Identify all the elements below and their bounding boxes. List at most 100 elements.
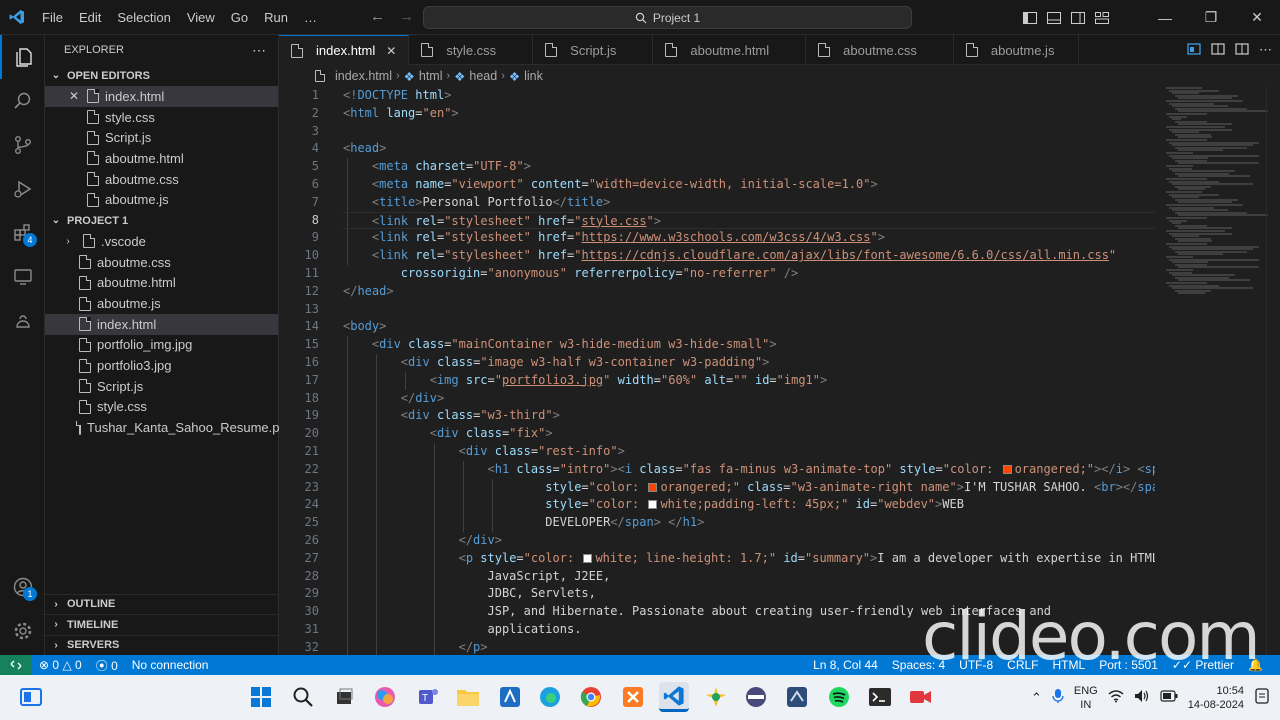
vscode-taskbar-icon[interactable] bbox=[659, 682, 689, 712]
azure-data-studio-icon[interactable] bbox=[495, 682, 525, 712]
chrome-icon[interactable] bbox=[576, 682, 606, 712]
file-item[interactable]: Tushar_Kanta_Sahoo_Resume.pdf bbox=[45, 417, 290, 438]
file-item[interactable]: aboutme.css bbox=[45, 252, 278, 273]
code-line[interactable]: <img src="portfolio3.jpg" width="60%" al… bbox=[343, 372, 1155, 390]
spotify-icon[interactable] bbox=[824, 682, 854, 712]
code-line[interactable]: <!DOCTYPE html> bbox=[343, 87, 1155, 105]
code-line[interactable]: <link rel="stylesheet" href="https://www… bbox=[343, 229, 1155, 247]
open-changes-icon[interactable] bbox=[1211, 42, 1225, 59]
code-line[interactable]: <h1 class="intro"><i class="fas fa-minus… bbox=[343, 461, 1156, 479]
teams-icon[interactable]: T bbox=[413, 682, 443, 712]
color-swatch[interactable] bbox=[1002, 464, 1012, 474]
split-editor-icon[interactable] bbox=[1235, 42, 1249, 59]
accounts-icon[interactable]: 1 bbox=[0, 565, 45, 609]
connection-status[interactable]: No connection bbox=[125, 658, 216, 672]
code-line[interactable]: crossorigin="anonymous" referrerpolicy="… bbox=[343, 265, 1155, 283]
tab-aboutme-css[interactable]: aboutme.css bbox=[806, 35, 954, 65]
code-line[interactable]: <div class="w3-third"> bbox=[343, 407, 1155, 425]
code-line[interactable]: <p style="color: white; line-height: 1.7… bbox=[343, 550, 1155, 568]
close-window-button[interactable]: ✕ bbox=[1234, 0, 1280, 35]
problems-indicator[interactable]: ⊗ 0 △ 0 bbox=[32, 658, 89, 672]
tab-style-css[interactable]: style.css bbox=[409, 35, 534, 65]
breadcrumb-item[interactable]: link bbox=[524, 69, 543, 83]
forward-arrow-icon[interactable]: → bbox=[399, 8, 414, 25]
code-line[interactable]: <div class="image w3-half w3-container w… bbox=[343, 354, 1155, 372]
db-browser-icon[interactable] bbox=[741, 682, 771, 712]
close-icon[interactable]: ✕ bbox=[386, 44, 396, 58]
toggle-secondary-sidebar-icon[interactable] bbox=[1066, 0, 1090, 35]
command-center-search[interactable]: Project 1 bbox=[423, 6, 912, 29]
toggle-panel-icon[interactable] bbox=[1042, 0, 1066, 35]
dev-tool-icon[interactable] bbox=[782, 682, 812, 712]
code-line[interactable]: <title>Personal Portfolio</title> bbox=[343, 194, 1155, 212]
breadcrumb-item[interactable]: head bbox=[469, 69, 497, 83]
cursor-position[interactable]: Ln 8, Col 44 bbox=[806, 658, 885, 672]
chevron-up-icon[interactable]: ⌃ bbox=[1031, 690, 1042, 706]
tab-index-html[interactable]: index.html ✕ bbox=[279, 35, 410, 65]
code-line[interactable]: <link rel="stylesheet" href="style.css"> bbox=[343, 211, 1155, 230]
tab-aboutme-html[interactable]: aboutme.html bbox=[653, 35, 807, 65]
testing-icon[interactable] bbox=[0, 299, 45, 343]
notification-center-icon[interactable] bbox=[1254, 688, 1270, 707]
file-item[interactable]: style.css bbox=[45, 397, 278, 418]
system-clock[interactable]: 10:54 14-08-2024 bbox=[1188, 684, 1244, 712]
code-line[interactable]: <meta name="viewport" content="width=dev… bbox=[343, 176, 1155, 194]
language-indicator[interactable]: ENG IN bbox=[1074, 684, 1098, 712]
code-line[interactable]: style="color: orangered;" class="w3-anim… bbox=[343, 479, 1155, 497]
code-line[interactable]: <div class="fix"> bbox=[343, 425, 1155, 443]
microphone-icon[interactable] bbox=[1052, 688, 1064, 707]
menu-selection[interactable]: Selection bbox=[109, 0, 178, 35]
settings-gear-icon[interactable] bbox=[0, 609, 45, 653]
open-editors-section[interactable]: ⌄ OPEN EDITORS bbox=[45, 65, 278, 86]
file-item[interactable]: portfolio3.jpg bbox=[45, 355, 278, 376]
ports-indicator[interactable]: ⦿ 0 bbox=[89, 657, 125, 674]
timeline-section[interactable]: › TIMELINE bbox=[45, 614, 279, 635]
task-switch-icon[interactable] bbox=[329, 682, 359, 712]
project-section[interactable]: ⌄ PROJECT 1 bbox=[45, 210, 278, 231]
tab-script-js[interactable]: Script.js bbox=[533, 35, 654, 65]
open-editor-item[interactable]: style.css bbox=[45, 107, 278, 128]
breadcrumb-item[interactable]: index.html bbox=[335, 69, 392, 83]
color-swatch[interactable] bbox=[648, 482, 658, 492]
minimize-button[interactable]: — bbox=[1142, 0, 1188, 35]
code-line[interactable]: DEVELOPER</span> </h1> bbox=[343, 514, 1155, 532]
code-editor[interactable]: 1 2 3 4 5 6 7 8 9 10 11 12 13 14 15 16 1… bbox=[279, 87, 1280, 655]
remote-indicator-icon[interactable] bbox=[0, 655, 32, 675]
open-editor-item[interactable]: aboutme.html bbox=[45, 148, 278, 169]
code-line[interactable]: <link rel="stylesheet" href="https://cdn… bbox=[343, 247, 1155, 265]
code-line[interactable]: </div> bbox=[343, 390, 1155, 408]
code-line[interactable]: <meta charset="UTF-8"> bbox=[343, 158, 1155, 176]
extensions-icon[interactable]: 4 bbox=[0, 211, 45, 255]
open-editor-item[interactable]: Script.js bbox=[45, 127, 278, 148]
more-actions-icon[interactable]: ⋯ bbox=[252, 42, 266, 59]
file-item[interactable]: Script.js bbox=[45, 376, 278, 397]
menu-edit[interactable]: Edit bbox=[71, 0, 109, 35]
vertical-scrollbar[interactable] bbox=[1266, 87, 1280, 655]
open-editor-item[interactable]: ✕ index.html bbox=[45, 86, 278, 107]
file-item[interactable]: portfolio_img.jpg bbox=[45, 335, 278, 356]
customize-layout-icon[interactable] bbox=[1090, 0, 1114, 35]
menu-run[interactable]: Run bbox=[256, 0, 296, 35]
outline-section[interactable]: › OUTLINE bbox=[45, 593, 279, 615]
file-item-active[interactable]: index.html bbox=[45, 313, 278, 335]
file-item[interactable]: aboutme.js bbox=[45, 293, 278, 314]
color-swatch[interactable] bbox=[583, 553, 593, 563]
servers-section[interactable]: › SERVERS bbox=[45, 634, 279, 656]
code-line[interactable] bbox=[343, 123, 1155, 141]
breadcrumb-item[interactable]: html bbox=[419, 69, 443, 83]
task-view-icon[interactable] bbox=[16, 682, 46, 712]
copilot-icon[interactable] bbox=[370, 682, 400, 712]
code-line[interactable]: <html lang="en"> bbox=[343, 105, 1155, 123]
search-view-icon[interactable] bbox=[0, 79, 45, 123]
restore-button[interactable]: ❐ bbox=[1188, 0, 1234, 35]
battery-icon[interactable] bbox=[1160, 690, 1178, 705]
code-line[interactable]: <head> bbox=[343, 140, 1155, 158]
file-explorer-icon[interactable] bbox=[453, 682, 483, 712]
close-icon[interactable]: ✕ bbox=[69, 89, 87, 103]
explorer-icon[interactable] bbox=[0, 35, 45, 79]
menu-more[interactable]: … bbox=[296, 0, 325, 35]
tab-aboutme-js[interactable]: aboutme.js bbox=[954, 35, 1080, 65]
back-arrow-icon[interactable]: ← bbox=[370, 8, 385, 25]
code-line[interactable]: style="color: white;padding-left: 45px;"… bbox=[343, 496, 1155, 514]
run-debug-icon[interactable] bbox=[0, 167, 45, 211]
